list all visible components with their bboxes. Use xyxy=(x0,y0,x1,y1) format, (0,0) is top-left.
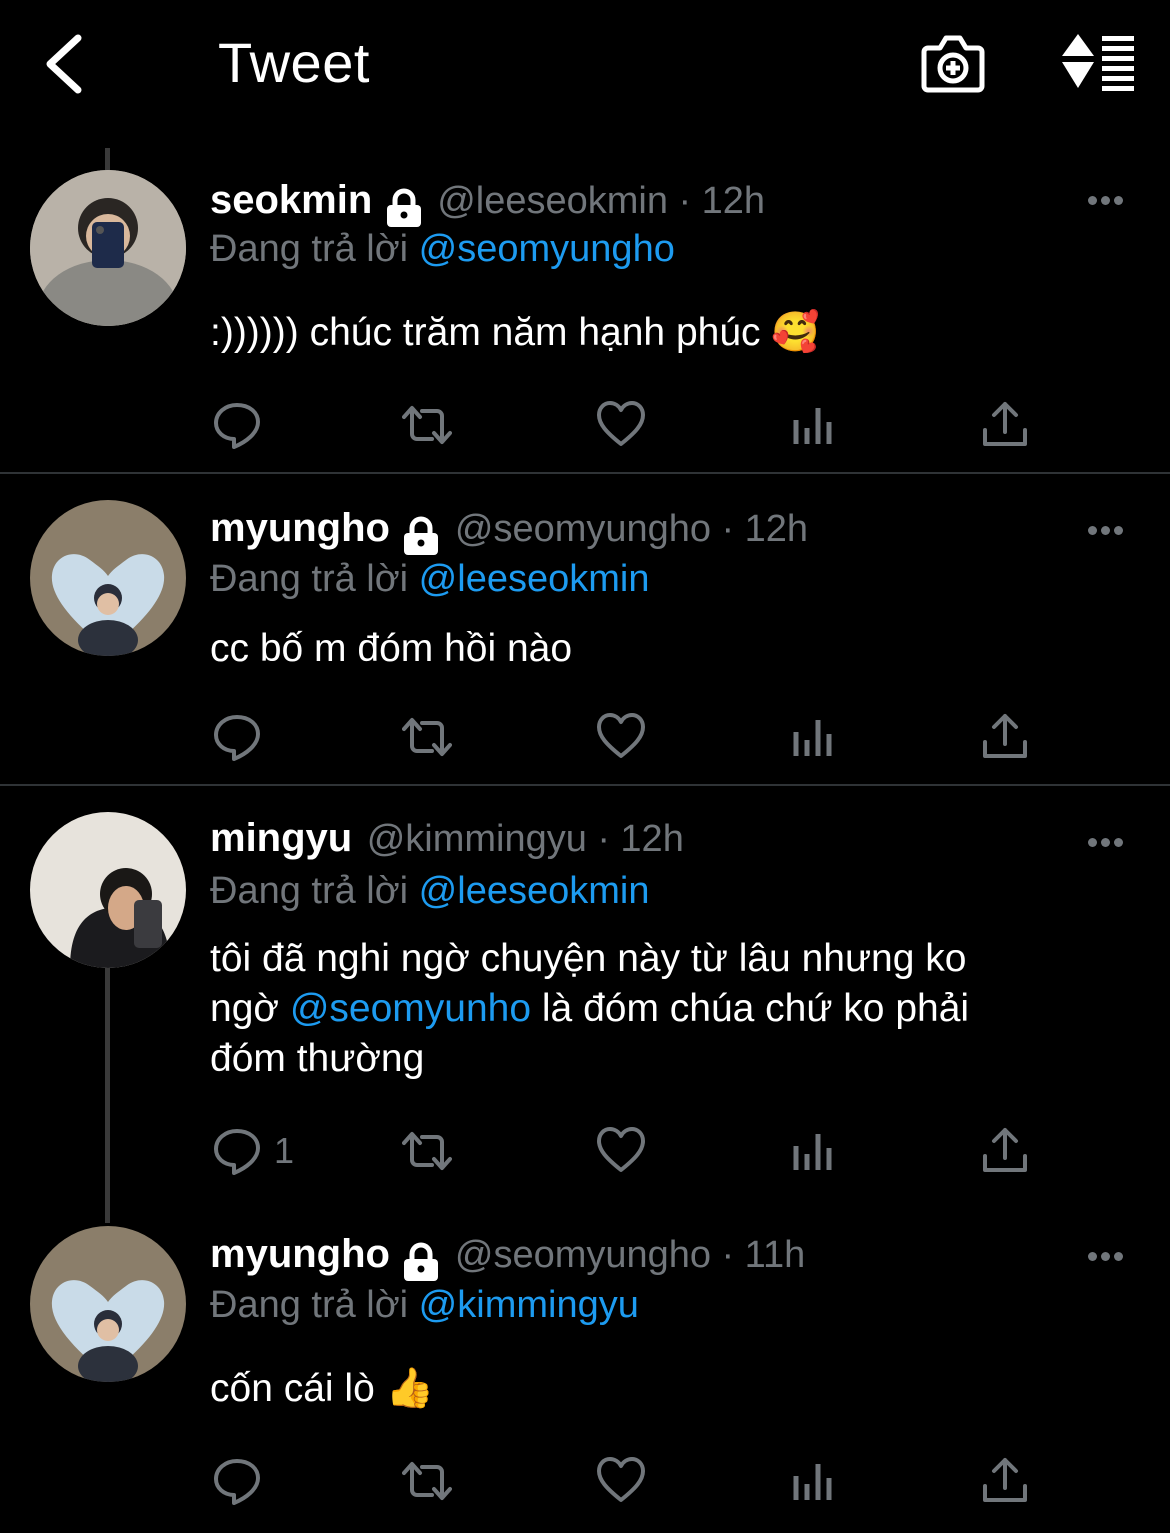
avatar[interactable] xyxy=(30,812,186,968)
tweet-text: cc bố m đóm hồi nào xyxy=(210,627,573,670)
reply-tweet[interactable]: mingyu @kimmingyu · 12h Đang trả lời @le… xyxy=(0,786,1170,1206)
avatar-image xyxy=(30,812,186,968)
reply-mention-link[interactable]: @seomyungho xyxy=(419,228,675,270)
share-icon[interactable] xyxy=(980,1126,1030,1176)
timestamp: 12h xyxy=(620,818,684,860)
reply-icon[interactable] xyxy=(212,1456,262,1506)
more-options-icon[interactable] xyxy=(1088,834,1128,847)
reply-icon[interactable] xyxy=(212,1126,262,1176)
lock-icon xyxy=(386,188,421,227)
reply-icon[interactable] xyxy=(212,400,262,450)
share-icon[interactable] xyxy=(980,1456,1030,1506)
analytics-icon[interactable] xyxy=(788,712,838,762)
retweet-icon[interactable] xyxy=(402,400,452,450)
reply-tweet[interactable]: myungho @seomyungho · 12h Đang trả lời @… xyxy=(0,474,1170,784)
more-options-icon[interactable] xyxy=(1088,192,1128,205)
replying-to-label: Đang trả lời xyxy=(210,558,409,600)
more-options-icon[interactable] xyxy=(1088,522,1128,535)
more-options-icon[interactable] xyxy=(1088,1248,1128,1261)
avatar[interactable] xyxy=(30,170,186,326)
share-icon[interactable] xyxy=(980,400,1030,450)
like-icon[interactable] xyxy=(596,400,646,450)
sort-replies-icon[interactable] xyxy=(1058,32,1136,92)
reply-mention-link[interactable]: @kimmingyu xyxy=(419,1284,639,1326)
replying-to-label: Đang trả lời xyxy=(210,870,409,912)
mention-link[interactable]: @seomyunho xyxy=(290,987,531,1030)
tweet-text-line: là đóm chúa chứ ko phải xyxy=(541,987,970,1030)
display-name[interactable]: mingyu xyxy=(210,816,352,860)
avatar-image xyxy=(30,500,186,656)
separator: · xyxy=(678,180,692,222)
tweet-text: cốn cái lò xyxy=(210,1367,375,1410)
tweet-text-line: tôi đã nghi ngờ chuyện này từ lâu nhưng … xyxy=(210,937,967,980)
display-name[interactable]: myungho xyxy=(210,1232,390,1276)
like-icon[interactable] xyxy=(596,1126,646,1176)
avatar[interactable] xyxy=(30,1226,186,1382)
analytics-icon[interactable] xyxy=(788,1456,838,1506)
avatar-image xyxy=(30,1226,186,1382)
retweet-icon[interactable] xyxy=(402,712,452,762)
reply-count: 1 xyxy=(274,1130,295,1171)
separator: · xyxy=(721,508,735,550)
like-icon[interactable] xyxy=(596,712,646,762)
tweet-text: :)))))) chúc trăm năm hạnh phúc xyxy=(210,311,761,354)
camera-add-icon[interactable] xyxy=(920,32,986,94)
separator: · xyxy=(597,818,610,860)
action-bar xyxy=(212,400,1042,450)
share-icon[interactable] xyxy=(980,712,1030,762)
reply-tweet[interactable]: seokmin @leeseokmin · 12h Đang trả lời @… xyxy=(0,150,1170,472)
username[interactable]: @seomyungho xyxy=(455,1234,711,1276)
action-bar xyxy=(212,712,1042,762)
action-bar xyxy=(212,1456,1042,1506)
display-name[interactable]: myungho xyxy=(210,506,390,550)
analytics-icon[interactable] xyxy=(788,1126,838,1176)
username[interactable]: @leeseokmin xyxy=(437,180,668,222)
tweet-text-line: đóm thường xyxy=(210,1037,425,1080)
top-bar: Tweet xyxy=(0,0,1170,130)
username[interactable]: @kimmingyu xyxy=(367,818,587,860)
reply-icon[interactable] xyxy=(212,712,262,762)
lock-icon xyxy=(404,516,439,555)
replying-to-label: Đang trả lời xyxy=(210,1284,409,1326)
lock-icon xyxy=(404,1242,439,1281)
action-bar: 1 xyxy=(212,1126,1042,1176)
avatar[interactable] xyxy=(30,500,186,656)
replying-to-label: Đang trả lời xyxy=(210,228,409,270)
page-title: Tweet xyxy=(218,31,370,94)
reply-mention-link[interactable]: @leeseokmin xyxy=(419,870,650,912)
like-icon[interactable] xyxy=(596,1456,646,1506)
emoji: 👍 xyxy=(385,1367,435,1410)
reply-tweet[interactable]: myungho @seomyungho · 11h Đang trả lời @… xyxy=(0,1206,1170,1531)
reply-mention-link[interactable]: @leeseokmin xyxy=(419,558,650,600)
username[interactable]: @seomyungho xyxy=(455,508,711,550)
retweet-icon[interactable] xyxy=(402,1456,452,1506)
analytics-icon[interactable] xyxy=(788,400,838,450)
retweet-icon[interactable] xyxy=(402,1126,452,1176)
avatar-image xyxy=(30,170,186,326)
tweet-text-line: ngờ xyxy=(210,987,279,1030)
tweet-text: tôi đã nghi ngờ chuyện này từ lâu nhưng … xyxy=(210,934,1110,1084)
emoji: 🥰 xyxy=(771,311,820,354)
timestamp: 11h xyxy=(744,1234,806,1276)
back-arrow-icon[interactable] xyxy=(40,32,90,96)
timestamp: 12h xyxy=(744,508,809,550)
timestamp: 12h xyxy=(701,180,765,222)
separator: · xyxy=(721,1234,735,1276)
display-name[interactable]: seokmin xyxy=(210,178,372,222)
